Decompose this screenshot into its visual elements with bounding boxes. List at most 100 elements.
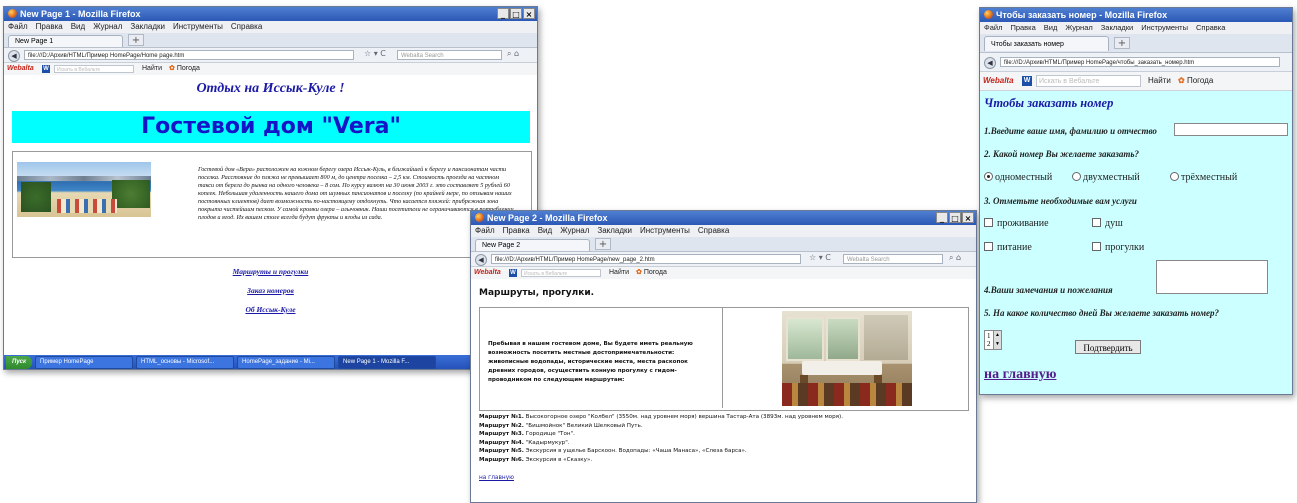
beach-photo (17, 162, 151, 217)
route-item: Маршрут №4. "Кадырмукур". (479, 439, 570, 446)
room-type-label: 2. Какой номер Вы желаете заказать? (984, 149, 1139, 159)
menu-help[interactable]: Справка (231, 22, 262, 31)
new-tab-button[interactable]: + (595, 238, 611, 250)
weather-button[interactable]: ✿ Погода (636, 267, 667, 279)
find-button[interactable]: Найти (142, 63, 162, 75)
menu-bookmarks[interactable]: Закладки (130, 22, 165, 31)
weather-button[interactable]: ✿ Погода (169, 63, 200, 75)
window-new-page-1: New Page 1 - Mozilla Firefox _ □ × Файл Пра… (3, 6, 538, 370)
weather-button[interactable]: ✿ Погода (1178, 72, 1213, 90)
home-icon[interactable]: ⌕ ⌂ (949, 253, 961, 263)
name-input[interactable] (1174, 123, 1288, 136)
new-tab-button[interactable]: + (1114, 37, 1130, 49)
menu-edit[interactable]: Правка (1010, 23, 1035, 32)
url-bar[interactable]: file:///D:/Архив/HTML/Пример HomePage/Ho… (24, 50, 354, 60)
radio-single[interactable]: одноместный (984, 172, 1052, 183)
maximize-button[interactable]: □ (949, 212, 961, 223)
link-issyk-kul[interactable]: Об Иссык-Куле (245, 305, 295, 314)
menu-view[interactable]: Вид (538, 226, 552, 235)
route-item: Маршрут №2. "Бишмойнок" Великий Шелковый… (479, 422, 643, 429)
menu-edit[interactable]: Правка (503, 226, 530, 235)
taskbar-item-word-2[interactable]: HomePage_задание - Mi... (237, 355, 336, 369)
checkbox-meals-label: питание (997, 242, 1032, 253)
menu-tools[interactable]: Инструменты (640, 226, 690, 235)
url-bar[interactable]: file:///D:/Архив/HTML/Пример HomePage/чт… (1000, 57, 1280, 67)
home-link[interactable]: на главную (984, 367, 1056, 382)
search-input[interactable]: Webalta Search (397, 50, 502, 60)
webalta-w-icon: W (509, 269, 517, 277)
menu-edit[interactable]: Правка (36, 22, 63, 31)
radio-triple-label: трёхместный (1181, 172, 1238, 183)
webalta-search-input[interactable]: Искать в Вебальте (521, 269, 601, 277)
menu-help[interactable]: Справка (1196, 23, 1225, 32)
menu-history[interactable]: Журнал (93, 22, 122, 31)
close-button[interactable]: × (523, 8, 535, 19)
taskbar-item-folder[interactable]: Пример HomePage (35, 355, 134, 369)
nav-bar: ◀ file:///D:/Архив/HTML/Пример HomePage/… (980, 53, 1292, 72)
radio-double[interactable]: двухместный (1072, 172, 1140, 183)
link-booking[interactable]: Заказ номеров (247, 286, 294, 295)
menu-tools[interactable]: Инструменты (173, 22, 223, 31)
checkbox-accommodation[interactable]: проживание (984, 218, 1049, 229)
submit-button[interactable]: Подтвердить (1075, 340, 1141, 354)
days-spinner[interactable]: 1 2 ▲ ▼ (984, 330, 1002, 350)
find-button[interactable]: Найти (1148, 72, 1171, 90)
menu-help[interactable]: Справка (698, 226, 729, 235)
spin-up-icon[interactable]: ▲ (993, 331, 1001, 340)
webalta-search-input[interactable]: Искать в Вебальте (54, 65, 134, 73)
back-arrow-icon[interactable]: ◀ (8, 50, 20, 62)
checkbox-walks[interactable]: прогулки (1092, 242, 1144, 253)
menu-file[interactable]: Файл (984, 23, 1002, 32)
days-label: 5. На какое количество дней Вы желаете з… (984, 308, 1220, 318)
window-titlebar[interactable]: Чтобы заказать номер - Mozilla Firefox (980, 8, 1292, 22)
firefox-icon (475, 213, 484, 222)
back-arrow-icon[interactable]: ◀ (984, 57, 996, 69)
spin-value-2: 2 (987, 340, 991, 348)
back-arrow-icon[interactable]: ◀ (475, 254, 487, 266)
star-reload-icon[interactable]: ☆ ▾ C (364, 49, 386, 58)
radio-triple[interactable]: трёхместный (1170, 172, 1237, 183)
window-titlebar[interactable]: New Page 1 - Mozilla Firefox _ □ × (4, 7, 537, 21)
close-button[interactable]: × (962, 212, 974, 223)
taskbar-item-word-1[interactable]: HTML_основы - Microsof... (136, 355, 235, 369)
spin-down-icon[interactable]: ▼ (993, 340, 1001, 349)
menu-view[interactable]: Вид (1044, 23, 1058, 32)
radio-icon (1170, 172, 1179, 181)
tab-new-page-1[interactable]: New Page 1 (8, 35, 123, 47)
menu-file[interactable]: Файл (475, 226, 495, 235)
menu-file[interactable]: Файл (8, 22, 28, 31)
maximize-button[interactable]: □ (510, 8, 522, 19)
weather-label: Погода (1186, 76, 1214, 85)
window-title: Чтобы заказать номер - Mozilla Firefox (996, 10, 1168, 20)
window-titlebar[interactable]: New Page 2 - Mozilla Firefox _ □ × (471, 211, 976, 225)
menu-history[interactable]: Журнал (1065, 23, 1092, 32)
menu-bookmarks[interactable]: Закладки (1101, 23, 1133, 32)
star-reload-icon[interactable]: ☆ ▾ C (809, 253, 831, 262)
link-routes[interactable]: Маршруты и прогулки (233, 267, 309, 276)
window-new-page-2: New Page 2 - Mozilla Firefox _ □ × Файл Пра… (470, 210, 977, 503)
comments-textarea[interactable] (1156, 260, 1268, 294)
find-button[interactable]: Найти (609, 267, 629, 279)
sun-icon: ✿ (169, 65, 175, 72)
menu-tools[interactable]: Инструменты (1141, 23, 1188, 32)
checkbox-shower[interactable]: душ (1092, 218, 1123, 229)
url-bar[interactable]: file:///D:/Архив/HTML/Пример HomePage/ne… (491, 254, 801, 264)
menu-history[interactable]: Журнал (560, 226, 589, 235)
home-link[interactable]: на главную (479, 475, 514, 481)
tab-booking[interactable]: Чтобы заказать номер (984, 36, 1109, 51)
tab-new-page-2[interactable]: New Page 2 (475, 239, 590, 251)
page-heading: Маршруты, прогулки. (479, 288, 595, 298)
start-button[interactable]: Пуск (6, 355, 33, 369)
name-label: 1.Введите ваше имя, фамилию и отчество (984, 126, 1157, 136)
taskbar-item-firefox[interactable]: New Page 1 - Mozilla F... (338, 355, 437, 369)
home-icon[interactable]: ⌕ ⌂ (507, 49, 519, 59)
webalta-search-input[interactable]: Искать в Вебальте (1036, 75, 1141, 87)
checkbox-meals[interactable]: питание (984, 242, 1032, 253)
minimize-button[interactable]: _ (497, 8, 509, 19)
new-tab-button[interactable]: + (128, 34, 144, 46)
search-input[interactable]: Webalta Search (843, 254, 943, 264)
menu-view[interactable]: Вид (71, 22, 85, 31)
spin-value-1: 1 (987, 332, 991, 340)
menu-bookmarks[interactable]: Закладки (597, 226, 632, 235)
minimize-button[interactable]: _ (936, 212, 948, 223)
